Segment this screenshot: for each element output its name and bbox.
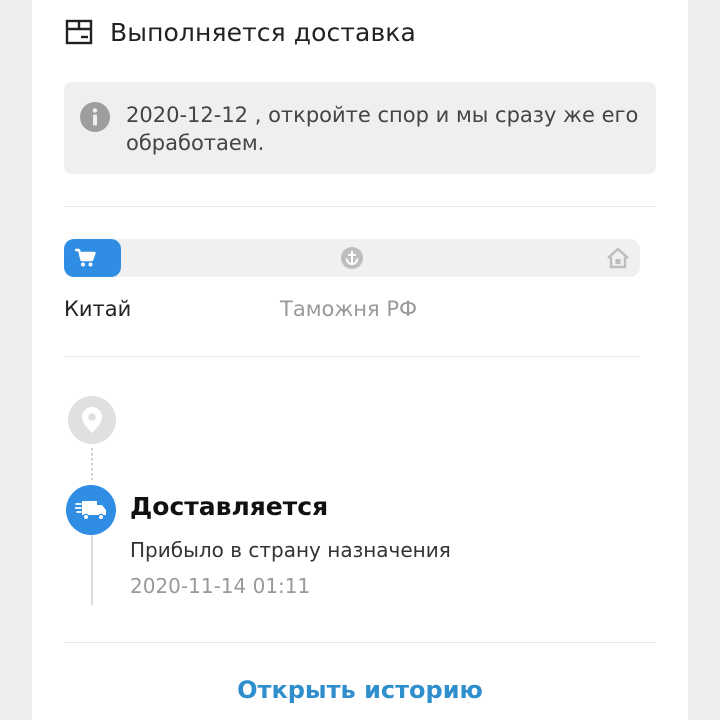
timeline-event-marker bbox=[66, 485, 116, 535]
location-pin-icon bbox=[82, 407, 102, 433]
open-history-button[interactable]: Открыть историю bbox=[32, 676, 688, 704]
event-description: Прибыло в страну назначения bbox=[130, 538, 451, 562]
package-box-icon bbox=[65, 19, 93, 45]
dispute-notice: 2020-12-12 , откройте спор и мы сразу же… bbox=[64, 82, 656, 174]
delivery-card: Выполняется доставка 2020-12-12 , открой… bbox=[32, 0, 688, 720]
delivery-header: Выполняется доставка bbox=[64, 14, 416, 50]
divider bbox=[64, 356, 640, 357]
divider bbox=[64, 642, 656, 643]
route-customs-label: Таможня РФ bbox=[280, 297, 418, 321]
info-icon bbox=[80, 102, 110, 132]
timeline-line bbox=[91, 535, 93, 605]
delivery-progress-bar bbox=[64, 239, 640, 277]
route-origin-label: Китай bbox=[64, 297, 132, 321]
divider bbox=[64, 206, 656, 207]
home-icon bbox=[607, 247, 629, 269]
event-timestamp: 2020-11-14 01:11 bbox=[130, 574, 311, 598]
timeline-start-marker bbox=[68, 396, 116, 444]
truck-icon bbox=[75, 501, 106, 521]
timeline-dotted-connector bbox=[91, 448, 93, 480]
anchor-icon bbox=[341, 247, 363, 269]
page-title: Выполняется доставка bbox=[110, 17, 416, 47]
shopping-cart-icon bbox=[74, 248, 96, 267]
event-status: Доставляется bbox=[130, 492, 329, 521]
notice-text: 2020-12-12 , откройте спор и мы сразу же… bbox=[126, 103, 639, 155]
